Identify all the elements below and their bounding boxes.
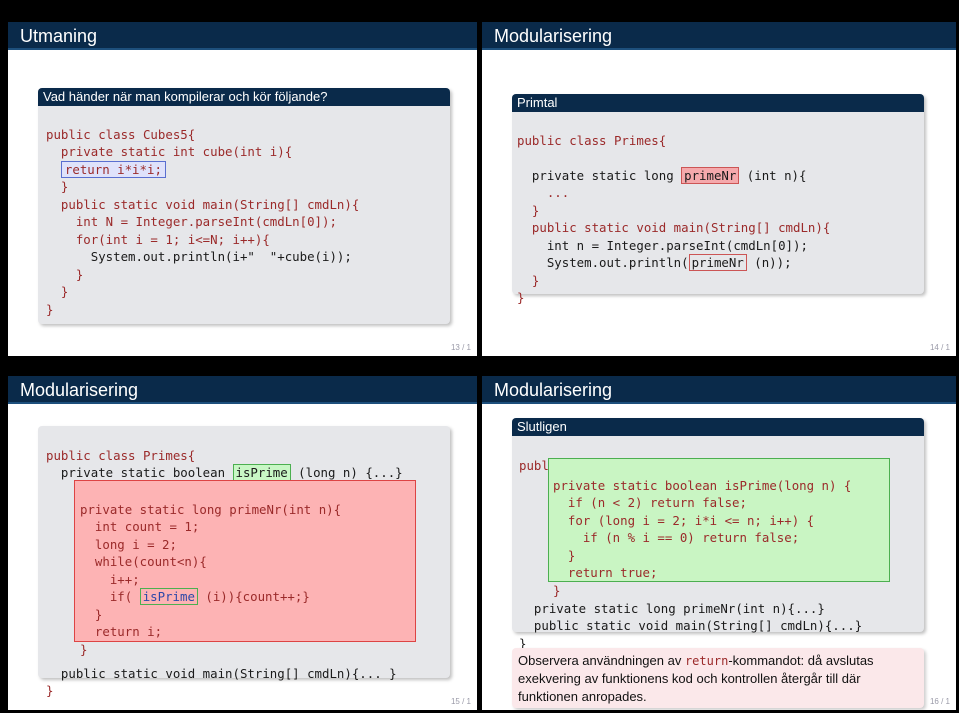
code-top: public class Primes{ private static bool… <box>46 429 403 482</box>
code-line: } <box>80 606 103 622</box>
code-line: i++; <box>80 571 140 587</box>
code-isprime: private static boolean isPrime(long n) {… <box>553 459 851 599</box>
code-line: for(int i = 1; i<=N; i++){ <box>46 231 270 247</box>
page-number: 16 / 1 <box>929 697 950 706</box>
primenr-highlight: primeNr <box>681 166 740 184</box>
code-line: private static long primeNr (int n){ <box>517 166 807 184</box>
code-line: return i; <box>80 624 163 639</box>
slide-utmaning: Utmaning Vad händer när man kompilerar o… <box>8 22 477 356</box>
code-line: } <box>46 683 54 698</box>
isprime-highlight: isPrime <box>232 464 291 481</box>
code-line: int count = 1; <box>80 519 200 534</box>
code: public class Cubes5{ private static int … <box>38 106 450 320</box>
code-line: for (long i = 2; i*i <= n; i++) { <box>553 512 815 528</box>
slide-modularisering-1: Modularisering Primtal public class Prim… <box>482 22 956 356</box>
code-primenr: private static long primeNr(int n){ int … <box>80 483 341 658</box>
code-line: public static void main(String[] cmdLn){ <box>46 196 360 212</box>
code-line: } <box>517 272 540 288</box>
code-block: Vad händer när man kompilerar och kör fö… <box>38 88 450 324</box>
code-line: return true; <box>553 565 658 580</box>
code-bottom: private static long primeNr(int n){...} … <box>519 582 862 652</box>
code-line: } <box>46 284 69 299</box>
code-line: } <box>553 547 576 563</box>
code-line: private static boolean isPrime (long n) … <box>46 464 403 481</box>
return-keyword: return <box>684 654 729 668</box>
code-line: return i*i*i; <box>46 160 166 178</box>
code-line: long i = 2; <box>80 536 177 552</box>
code-line: public class Cubes5{ <box>46 126 196 142</box>
page-number: 15 / 1 <box>450 697 471 706</box>
code-line: public static void main(String[] cmdLn){… <box>46 665 397 681</box>
code-line: System.out.println(i+" "+cube(i)); <box>46 249 352 264</box>
code-line: public class Primes{ <box>46 447 196 463</box>
isprime-call-highlight: isPrime <box>139 588 198 605</box>
slide-modularisering-3: Modularisering Slutligen public class Pr… <box>482 376 956 710</box>
slide-title: Modularisering <box>482 22 956 50</box>
code-line: if (n < 2) return false; <box>553 495 747 510</box>
code-line: } <box>46 179 69 194</box>
code-line: System.out.println(primeNr (n)); <box>517 254 792 271</box>
code-line: private static boolean isPrime(long n) { <box>553 477 852 493</box>
code-block: Primtal public class Primes{ private sta… <box>512 94 924 305</box>
slide-title: Utmaning <box>8 22 477 50</box>
block-title: Vad händer när man kompilerar och kör fö… <box>38 88 450 106</box>
code-line: ... <box>517 185 570 200</box>
code-line: private static long primeNr(int n){...} <box>519 600 825 616</box>
code-line: public static void main(String[] cmdLn){… <box>519 618 863 633</box>
code-line: } <box>517 202 540 218</box>
code-bottom: public static void main(String[] cmdLn){… <box>46 647 397 700</box>
code-line: public class Primes{ <box>517 132 667 148</box>
page-number: 13 / 1 <box>450 343 471 352</box>
code-line: if( isPrime (i)){count++;} <box>80 588 310 605</box>
code-line: if (n % i == 0) return false; <box>553 530 800 545</box>
slide-title: Modularisering <box>8 376 477 404</box>
code-line: private static long primeNr(int n){ <box>80 501 342 517</box>
code-line: int n = Integer.parseInt(cmdLn[0]); <box>517 237 808 253</box>
code-line: int N = Integer.parseInt(cmdLn[0]); <box>46 214 337 229</box>
slide-title: Modularisering <box>482 376 956 404</box>
return-highlight: return i*i*i; <box>60 160 166 178</box>
code-line: private static int cube(int i){ <box>46 144 293 159</box>
code: public class Primes{ private static long… <box>512 112 924 309</box>
slide-modularisering-2: Modularisering public class Primes{ priv… <box>8 376 477 710</box>
page-number: 14 / 1 <box>929 343 950 352</box>
code-line: } <box>46 266 84 282</box>
note-box: Observera användningen av return-kommand… <box>512 648 924 708</box>
code-line: public static void main(String[] cmdLn){ <box>517 220 831 235</box>
block-title: Primtal <box>512 94 924 112</box>
block-title: Slutligen <box>512 418 924 436</box>
code-line: } <box>46 301 54 317</box>
primenr-call-highlight: primeNr <box>688 254 747 271</box>
code-line: } <box>517 290 525 305</box>
code-line: while(count<n){ <box>80 554 207 569</box>
